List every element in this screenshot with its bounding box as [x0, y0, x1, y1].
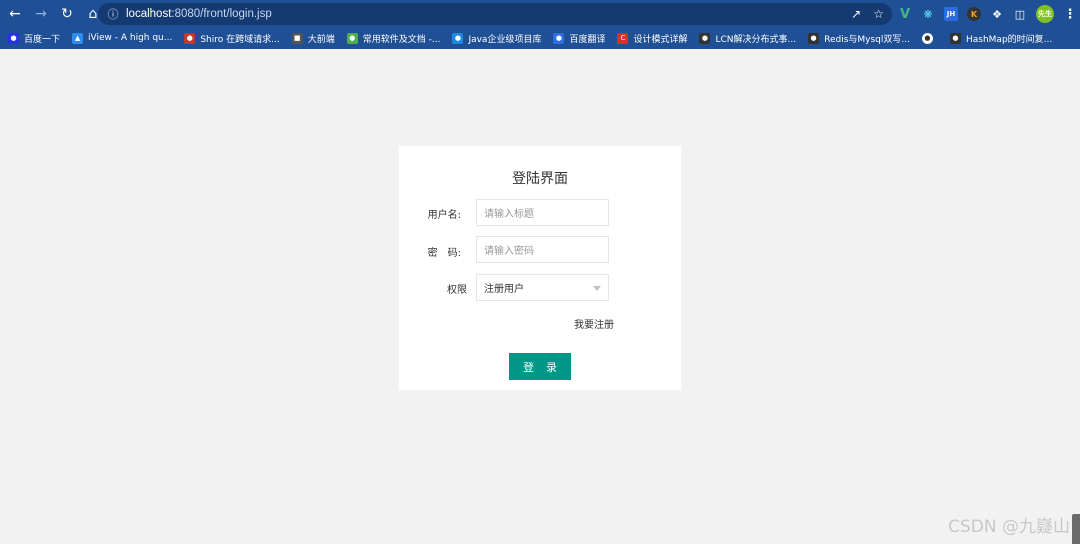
bookmark-label: 常用软件及文档 -... [362, 34, 441, 45]
bookmark-item[interactable]: ● HashMap的时间复... [949, 32, 1053, 45]
login-card: 登陆界面 用户名: 请输入标题 密 码: 请输入密码 权限 注册用户 我要注册 … [399, 146, 681, 390]
react-devtools-icon[interactable]: ❋ [921, 7, 935, 21]
page-title: 登陆界面 [512, 171, 568, 187]
info-icon[interactable]: ⓘ [106, 6, 120, 22]
k-extension-icon[interactable]: K [967, 7, 981, 21]
role-selected-value: 注册用户 [484, 284, 524, 295]
user-icon: ● [699, 32, 711, 44]
watermark: CSDN @九嶷山 [948, 517, 1070, 537]
translate-icon: ● [553, 32, 565, 44]
bookmark-item[interactable]: ● 常用软件及文档 -... [346, 32, 441, 45]
bookmark-label: Shiro 在跨域请求... [200, 34, 280, 45]
globe-icon: ● [452, 32, 464, 44]
side-panel-icon[interactable]: ◫ [1013, 7, 1027, 21]
register-link[interactable]: 我要注册 [574, 316, 614, 331]
scrollbar-handle[interactable] [1072, 514, 1080, 544]
c-icon: C [617, 32, 629, 44]
bookmark-item[interactable]: ● Java企业级项目库 [452, 32, 541, 45]
role-label: 权限 [447, 285, 467, 296]
bookmark-label: 百度一下 [24, 34, 61, 45]
bookmark-item[interactable]: ■ 大前端 [291, 32, 335, 45]
bookmark-label: 大前端 [307, 34, 335, 45]
username-label: 用户名: [427, 210, 461, 221]
browser-toolbar: ← → ↻ ⌂ ⓘ localhost:8080/front/login.jsp… [0, 0, 1080, 28]
bookmark-label: HashMap的时间复... [965, 34, 1053, 45]
reload-icon[interactable]: ↻ [56, 3, 78, 25]
password-label: 密 码: [427, 248, 461, 259]
bookmark-label: 设计模式详解 [633, 34, 688, 45]
bookmark-label: 百度翻译 [569, 34, 606, 45]
bookmark-label: Redis与Mysql双写... [824, 34, 910, 45]
username-input[interactable]: 请输入标题 [476, 199, 609, 226]
leaf-icon: ● [346, 32, 358, 44]
bookmark-label: LCN解决分布式事... [715, 34, 797, 45]
bookmark-item[interactable]: ● LCN解决分布式事... [699, 32, 796, 45]
user-icon: ● [949, 32, 961, 44]
back-icon[interactable]: ← [4, 3, 26, 25]
url-path: :8080/front/login.jsp [171, 8, 272, 20]
bookmark-star-icon[interactable]: ☆ [873, 7, 884, 21]
forward-icon[interactable]: → [30, 3, 52, 25]
bookmark-item[interactable]: ▲ iView - A high qu... [72, 32, 173, 44]
user-icon: ● [808, 32, 820, 44]
puzzle-extensions-icon[interactable]: ❖ [990, 7, 1004, 21]
bookmarks-bar: ● 百度一下 ▲ iView - A high qu... ● Shiro 在跨域请求… [0, 28, 1080, 48]
bookmark-item[interactable]: ● 百度一下 [8, 32, 60, 45]
browser-menu-icon[interactable]: ⋮ [1063, 7, 1077, 22]
address-bar[interactable]: ⓘ localhost:8080/front/login.jsp ↗ ☆ [98, 3, 892, 25]
password-input[interactable]: 请输入密码 [476, 236, 609, 263]
browser-chrome: ← → ↻ ⌂ ⓘ localhost:8080/front/login.jsp… [0, 0, 1080, 49]
folder-icon: ■ [291, 32, 303, 44]
share-icon[interactable]: ↗ [851, 7, 861, 21]
login-button[interactable]: 登录 [509, 353, 571, 380]
profile-avatar[interactable]: 先生 [1036, 5, 1054, 23]
chevron-down-icon [593, 286, 601, 291]
role-select[interactable]: 注册用户 [476, 274, 609, 301]
vue-devtools-icon[interactable]: V [898, 7, 912, 22]
github-icon: ● [921, 32, 933, 44]
url-host: localhost [126, 8, 172, 20]
bookmark-label: iView - A high qu... [88, 33, 173, 43]
bookmark-item[interactable]: C 设计模式详解 [617, 32, 687, 45]
blog-icon: ● [184, 32, 196, 44]
bookmark-item[interactable]: ● 百度翻译 [553, 32, 605, 45]
translate-extension-icon[interactable]: JH [944, 7, 958, 21]
bookmark-item[interactable]: ● Shiro 在跨域请求... [184, 32, 280, 45]
iview-icon: ▲ [72, 32, 84, 44]
bookmark-item[interactable]: ● [921, 32, 938, 44]
baidu-icon: ● [8, 32, 19, 44]
bookmark-item[interactable]: ● Redis与Mysql双写... [808, 32, 910, 45]
bookmark-label: Java企业级项目库 [468, 34, 542, 45]
address-url[interactable]: localhost:8080/front/login.jsp [126, 8, 272, 20]
omnibox-actions: ↗ ☆ [851, 3, 884, 25]
extensions-bar: V ❋ JH K ❖ ◫ 先生 ⋮ [898, 4, 1077, 24]
